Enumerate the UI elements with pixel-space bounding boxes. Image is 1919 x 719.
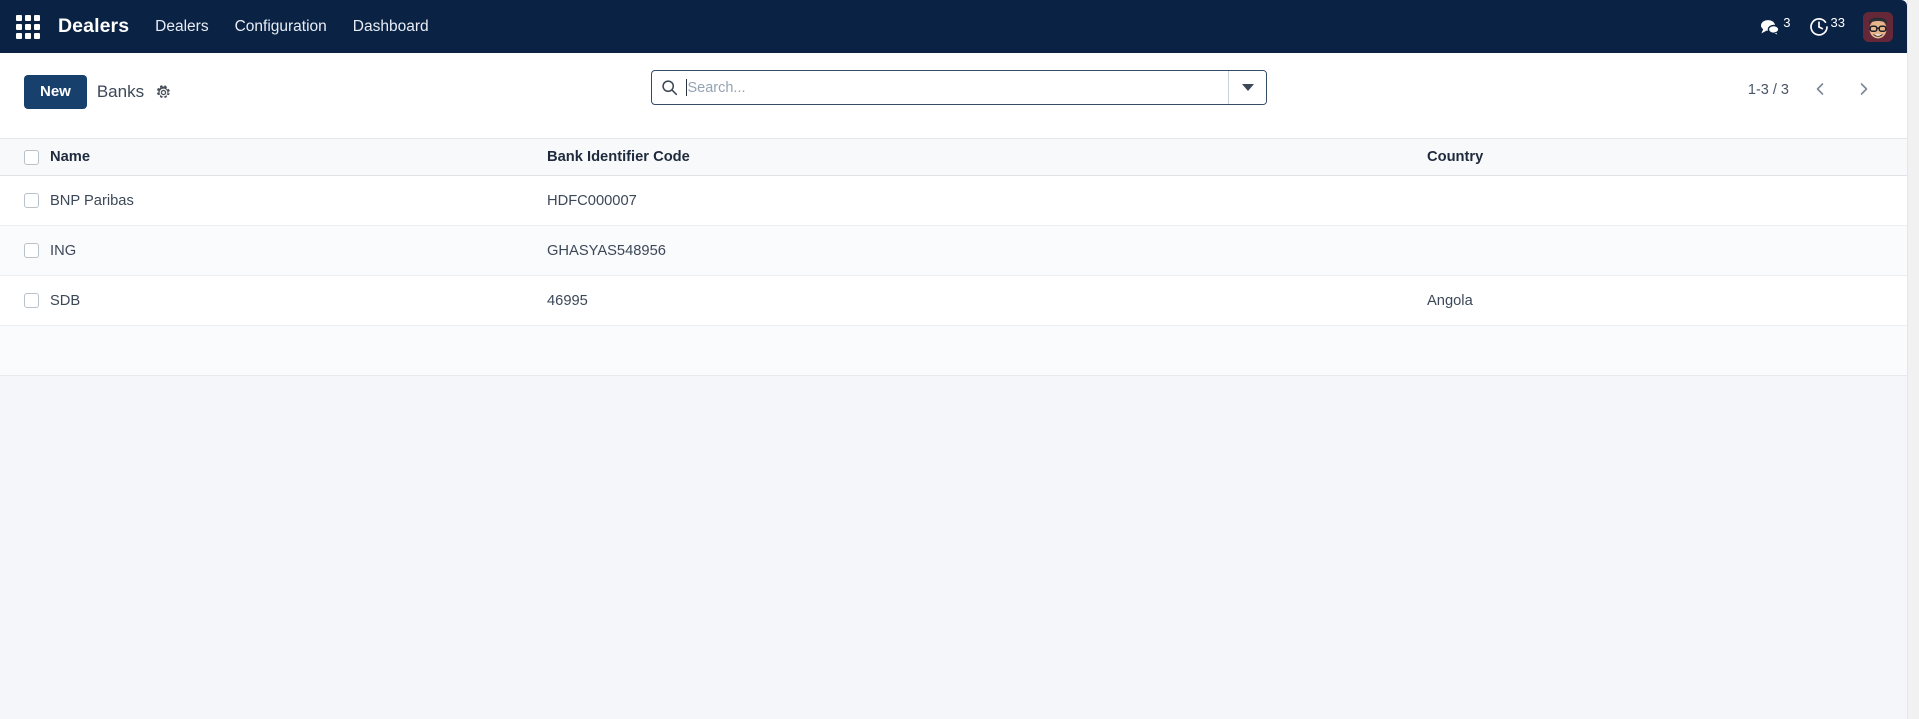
nav-item-configuration[interactable]: Configuration xyxy=(235,18,327,36)
top-navbar: Dealers Dealers Configuration Dashboard … xyxy=(0,0,1907,53)
control-panel: New Banks Search... 1-3 / 3 xyxy=(0,53,1907,138)
column-header-country[interactable]: Country xyxy=(1427,138,1907,176)
apps-grid-dot xyxy=(25,14,31,21)
apps-grid-dot xyxy=(34,14,40,21)
control-panel-search-area xyxy=(171,70,1748,105)
table-row[interactable]: ING GHASYAS548956 xyxy=(0,225,1907,276)
list-table-container: Name Bank Identifier Code Country BNP Pa… xyxy=(0,138,1907,376)
nav-item-dashboard[interactable]: Dashboard xyxy=(353,18,429,36)
cell-bank-identifier-code: HDFC000007 xyxy=(547,175,1427,226)
message-bubble-icon xyxy=(1759,17,1781,37)
apps-grid-dot xyxy=(34,23,40,30)
apps-grid-dot xyxy=(16,14,22,21)
cell-name: BNP Paribas xyxy=(50,175,547,226)
activities-menu[interactable]: 33 xyxy=(1809,14,1845,37)
table-header-row: Name Bank Identifier Code Country xyxy=(0,138,1907,176)
navbar-systray: 3 33 xyxy=(1759,0,1893,53)
apps-grid-dot xyxy=(16,32,22,39)
control-panel-pager: 1-3 / 3 xyxy=(1748,75,1907,105)
app-brand-name[interactable]: Dealers xyxy=(58,15,129,38)
filler-cell xyxy=(50,325,547,376)
filler-cell xyxy=(0,325,50,376)
cell-country xyxy=(1427,225,1907,276)
row-select-cell xyxy=(0,225,50,276)
nav-item-dealers[interactable]: Dealers xyxy=(155,18,208,36)
search-dropdown-toggle[interactable] xyxy=(1228,71,1267,104)
filler-cell xyxy=(1427,325,1907,376)
table-head: Name Bank Identifier Code Country xyxy=(0,138,1907,176)
column-header-bank-identifier-code[interactable]: Bank Identifier Code xyxy=(547,138,1427,176)
search-icon xyxy=(652,71,686,104)
messages-count-badge: 3 xyxy=(1783,14,1791,30)
row-checkbox[interactable] xyxy=(24,243,39,258)
gear-icon[interactable] xyxy=(156,85,171,100)
chevron-right-icon xyxy=(1857,81,1871,100)
cell-country xyxy=(1427,175,1907,226)
apps-grid-dot xyxy=(25,23,31,30)
pager-next-button[interactable] xyxy=(1845,75,1883,105)
search-input[interactable] xyxy=(687,71,1229,104)
apps-grid-icon[interactable] xyxy=(14,13,42,41)
cell-name: ING xyxy=(50,225,547,276)
page-title[interactable]: Banks xyxy=(97,82,144,102)
cell-name: SDB xyxy=(50,275,547,326)
row-checkbox[interactable] xyxy=(24,293,39,308)
messages-menu[interactable]: 3 xyxy=(1759,14,1791,37)
page-scrollbar[interactable] xyxy=(1907,0,1919,719)
filler-cell xyxy=(547,325,1427,376)
apps-grid-dot xyxy=(34,32,40,39)
table-row[interactable]: SDB 46995 Angola xyxy=(0,275,1907,326)
select-all-header xyxy=(0,138,50,176)
select-all-checkbox[interactable] xyxy=(24,149,39,165)
avatar[interactable] xyxy=(1863,11,1893,42)
cell-bank-identifier-code: 46995 xyxy=(547,275,1427,326)
apps-grid-dot xyxy=(16,23,22,30)
new-button[interactable]: New xyxy=(24,75,87,109)
table-row[interactable]: BNP Paribas HDFC000007 xyxy=(0,175,1907,226)
cell-bank-identifier-code: GHASYAS548956 xyxy=(547,225,1427,276)
odoo-list-view-page: Dealers Dealers Configuration Dashboard … xyxy=(0,0,1919,719)
banks-list-table: Name Bank Identifier Code Country BNP Pa… xyxy=(0,138,1907,376)
search-panel[interactable] xyxy=(651,70,1268,105)
column-header-name[interactable]: Name xyxy=(50,138,547,176)
row-select-cell xyxy=(0,275,50,326)
chevron-left-icon xyxy=(1813,81,1827,100)
pager-range[interactable]: 1-3 / 3 xyxy=(1748,82,1789,98)
row-checkbox[interactable] xyxy=(24,193,39,208)
activities-count-badge: 33 xyxy=(1830,14,1845,30)
table-filler-row xyxy=(0,325,1907,376)
control-panel-left: New Banks xyxy=(0,69,171,115)
clock-icon xyxy=(1809,17,1829,37)
pager-previous-button[interactable] xyxy=(1801,75,1839,105)
chevron-down-icon xyxy=(1241,84,1254,91)
cell-country: Angola xyxy=(1427,275,1907,326)
row-select-cell xyxy=(0,175,50,226)
navbar-menu: Dealers Configuration Dashboard xyxy=(155,18,428,36)
table-body: BNP Paribas HDFC000007 ING GHASYAS548956 xyxy=(0,175,1907,376)
apps-grid-dot xyxy=(25,32,31,39)
